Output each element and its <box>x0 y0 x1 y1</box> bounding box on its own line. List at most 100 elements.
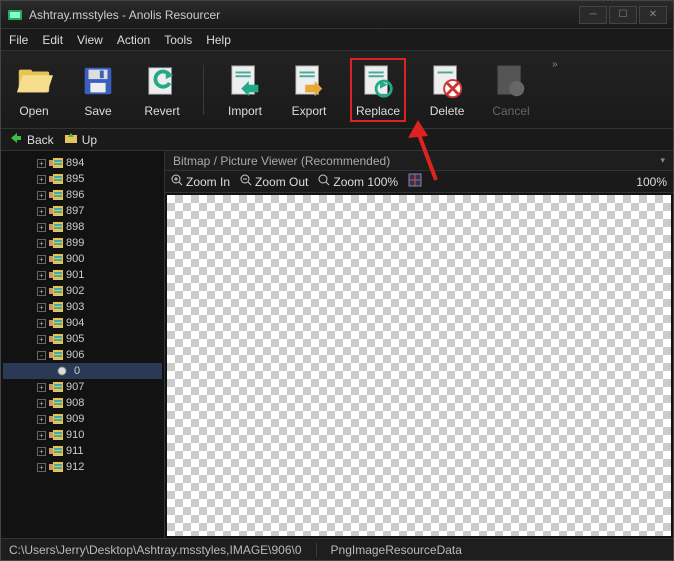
tree-item-894[interactable]: +894 <box>3 155 162 171</box>
app-window: Ashtray.msstyles - Anolis Resourcer ─ ☐ … <box>0 0 674 561</box>
expand-icon[interactable]: + <box>37 319 46 328</box>
tree-item-906[interactable]: - 906 <box>3 347 162 363</box>
resource-icon <box>49 430 63 440</box>
resource-icon <box>49 334 63 344</box>
menu-tools[interactable]: Tools <box>164 33 192 47</box>
tree-item-label: 900 <box>66 253 84 265</box>
maximize-button[interactable]: ☐ <box>609 6 637 24</box>
expand-icon[interactable]: + <box>37 447 46 456</box>
toolbar-overflow-icon[interactable]: » <box>552 59 558 70</box>
tree-item-905[interactable]: +905 <box>3 331 162 347</box>
collapse-icon[interactable]: - <box>37 351 46 360</box>
chevron-down-icon: ▾ <box>660 155 665 166</box>
viewer-panel: Bitmap / Picture Viewer (Recommended) ▾ … <box>165 151 673 538</box>
zoom-out-icon <box>240 174 252 189</box>
tree-item-911[interactable]: +911 <box>3 443 162 459</box>
zoom-bar: Zoom In Zoom Out Zoom 100% 100% <box>165 171 673 193</box>
resource-icon <box>49 302 63 312</box>
tree-item-909[interactable]: +909 <box>3 411 162 427</box>
close-button[interactable]: ✕ <box>639 6 667 24</box>
nav-bar: Back Up <box>1 129 673 151</box>
tree-item-904[interactable]: +904 <box>3 315 162 331</box>
tree-item-900[interactable]: +900 <box>3 251 162 267</box>
up-button[interactable]: Up <box>64 131 97 148</box>
expand-icon[interactable]: + <box>37 287 46 296</box>
expand-icon[interactable]: + <box>37 175 46 184</box>
save-button[interactable]: Save <box>75 60 121 120</box>
delete-button[interactable]: Delete <box>424 60 470 120</box>
expand-icon[interactable]: + <box>37 399 46 408</box>
tree-item-902[interactable]: +902 <box>3 283 162 299</box>
tree-item-label: 905 <box>66 333 84 345</box>
menu-action[interactable]: Action <box>117 33 150 47</box>
window-title: Ashtray.msstyles - Anolis Resourcer <box>29 8 579 22</box>
tree-item-label: 908 <box>66 397 84 409</box>
zoom-in-icon <box>171 174 183 189</box>
expand-icon[interactable]: + <box>37 159 46 168</box>
import-button[interactable]: Import <box>222 60 268 120</box>
tree-item-895[interactable]: +895 <box>3 171 162 187</box>
menu-help[interactable]: Help <box>206 33 231 47</box>
app-icon <box>7 7 23 23</box>
leaf-icon <box>57 366 71 376</box>
tree-leaf-0[interactable]: 0 <box>3 363 162 379</box>
delete-icon <box>428 62 466 100</box>
zoom-reset-icon <box>318 174 330 189</box>
tree-item-898[interactable]: +898 <box>3 219 162 235</box>
zoom-100-button[interactable]: Zoom 100% <box>318 174 398 189</box>
expand-icon[interactable]: + <box>37 223 46 232</box>
menu-view[interactable]: View <box>77 33 103 47</box>
tree-item-912[interactable]: +912 <box>3 459 162 475</box>
tree-item-label: 901 <box>66 269 84 281</box>
grid-icon <box>408 173 422 190</box>
folder-open-icon <box>15 62 53 100</box>
menu-edit[interactable]: Edit <box>42 33 63 47</box>
tree-item-899[interactable]: +899 <box>3 235 162 251</box>
tree-item-label: 897 <box>66 205 84 217</box>
open-button[interactable]: Open <box>11 60 57 120</box>
zoom-out-button[interactable]: Zoom Out <box>240 174 308 189</box>
expand-icon[interactable]: + <box>37 303 46 312</box>
tree-item-896[interactable]: +896 <box>3 187 162 203</box>
tree-item-label: 898 <box>66 221 84 233</box>
tree-item-label: 909 <box>66 413 84 425</box>
tree-item-903[interactable]: +903 <box>3 299 162 315</box>
tree-item-901[interactable]: +901 <box>3 267 162 283</box>
expand-icon[interactable]: + <box>37 271 46 280</box>
resource-icon <box>49 446 63 456</box>
expand-icon[interactable]: + <box>37 239 46 248</box>
tree-item-908[interactable]: +908 <box>3 395 162 411</box>
toggle-grid-button[interactable] <box>408 173 422 190</box>
export-icon <box>290 62 328 100</box>
expand-icon[interactable]: + <box>37 207 46 216</box>
title-bar[interactable]: Ashtray.msstyles - Anolis Resourcer ─ ☐ … <box>1 1 673 29</box>
tree-item-907[interactable]: +907 <box>3 379 162 395</box>
menu-file[interactable]: File <box>9 33 28 47</box>
tree-item-897[interactable]: +897 <box>3 203 162 219</box>
viewer-mode-dropdown[interactable]: Bitmap / Picture Viewer (Recommended) ▾ <box>165 151 673 171</box>
body-area: +894+895+896+897+898+899+900+901+902+903… <box>1 151 673 538</box>
tree-item-label: 895 <box>66 173 84 185</box>
tree-panel[interactable]: +894+895+896+897+898+899+900+901+902+903… <box>1 151 165 538</box>
export-button[interactable]: Export <box>286 60 332 120</box>
status-bar: C:\Users\Jerry\Desktop\Ashtray.msstyles,… <box>1 538 673 560</box>
back-button[interactable]: Back <box>9 131 54 148</box>
resource-icon <box>49 190 63 200</box>
zoom-in-button[interactable]: Zoom In <box>171 174 230 189</box>
image-canvas[interactable] <box>167 195 671 536</box>
expand-icon[interactable]: + <box>37 431 46 440</box>
expand-icon[interactable]: + <box>37 335 46 344</box>
expand-icon[interactable]: + <box>37 191 46 200</box>
tree-item-910[interactable]: +910 <box>3 427 162 443</box>
expand-icon[interactable]: + <box>37 255 46 264</box>
minimize-button[interactable]: ─ <box>579 6 607 24</box>
expand-icon[interactable]: + <box>37 463 46 472</box>
expand-icon[interactable]: + <box>37 383 46 392</box>
expand-icon[interactable]: + <box>37 415 46 424</box>
toolbar: Open Save Revert Import Export Replace D… <box>1 51 673 129</box>
tree-item-label: 906 <box>66 349 84 361</box>
floppy-icon <box>79 62 117 100</box>
resource-icon <box>49 270 63 280</box>
replace-button[interactable]: Replace <box>350 58 406 122</box>
revert-button[interactable]: Revert <box>139 60 185 120</box>
